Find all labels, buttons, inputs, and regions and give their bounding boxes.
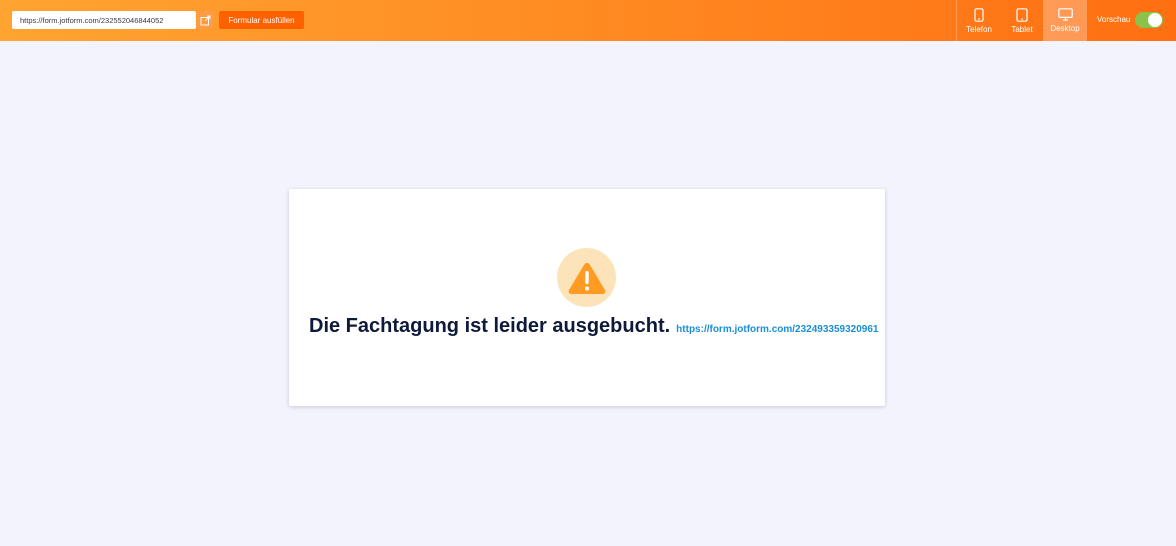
closed-form-message: Die Fachtagung ist leider ausgebucht. ht…	[309, 315, 878, 338]
message-card: Die Fachtagung ist leider ausgebucht. ht…	[289, 189, 885, 406]
phone-icon	[974, 7, 984, 22]
form-url-field[interactable]	[12, 11, 196, 29]
toggle-knob	[1148, 13, 1162, 27]
desktop-icon	[1057, 8, 1073, 21]
tablet-icon	[1016, 7, 1028, 22]
open-in-new-tab-button[interactable]	[197, 11, 214, 29]
preview-toggle[interactable]	[1135, 12, 1163, 28]
top-toolbar: Formular ausfüllen Telefon Tablet	[0, 0, 1176, 41]
device-desktop-button[interactable]: Desktop	[1043, 0, 1087, 41]
warning-icon-circle	[557, 248, 616, 307]
device-switcher: Telefon Tablet Desktop	[956, 0, 1087, 41]
device-phone-label: Telefon	[966, 24, 992, 34]
external-link-icon	[200, 15, 211, 26]
preview-label: Vorschau	[1097, 15, 1131, 24]
fully-booked-headline: Die Fachtagung ist leider ausgebucht.	[309, 315, 671, 337]
fill-form-button[interactable]: Formular ausfüllen	[219, 11, 304, 29]
alternate-form-link[interactable]: https://form.jotform.com/232493359320961	[676, 324, 878, 335]
device-desktop-label: Desktop	[1050, 24, 1080, 33]
device-tablet-label: Tablet	[1011, 24, 1033, 34]
device-tablet-button[interactable]: Tablet	[1001, 0, 1043, 41]
device-phone-button[interactable]: Telefon	[957, 0, 1001, 41]
warning-icon	[567, 261, 607, 295]
